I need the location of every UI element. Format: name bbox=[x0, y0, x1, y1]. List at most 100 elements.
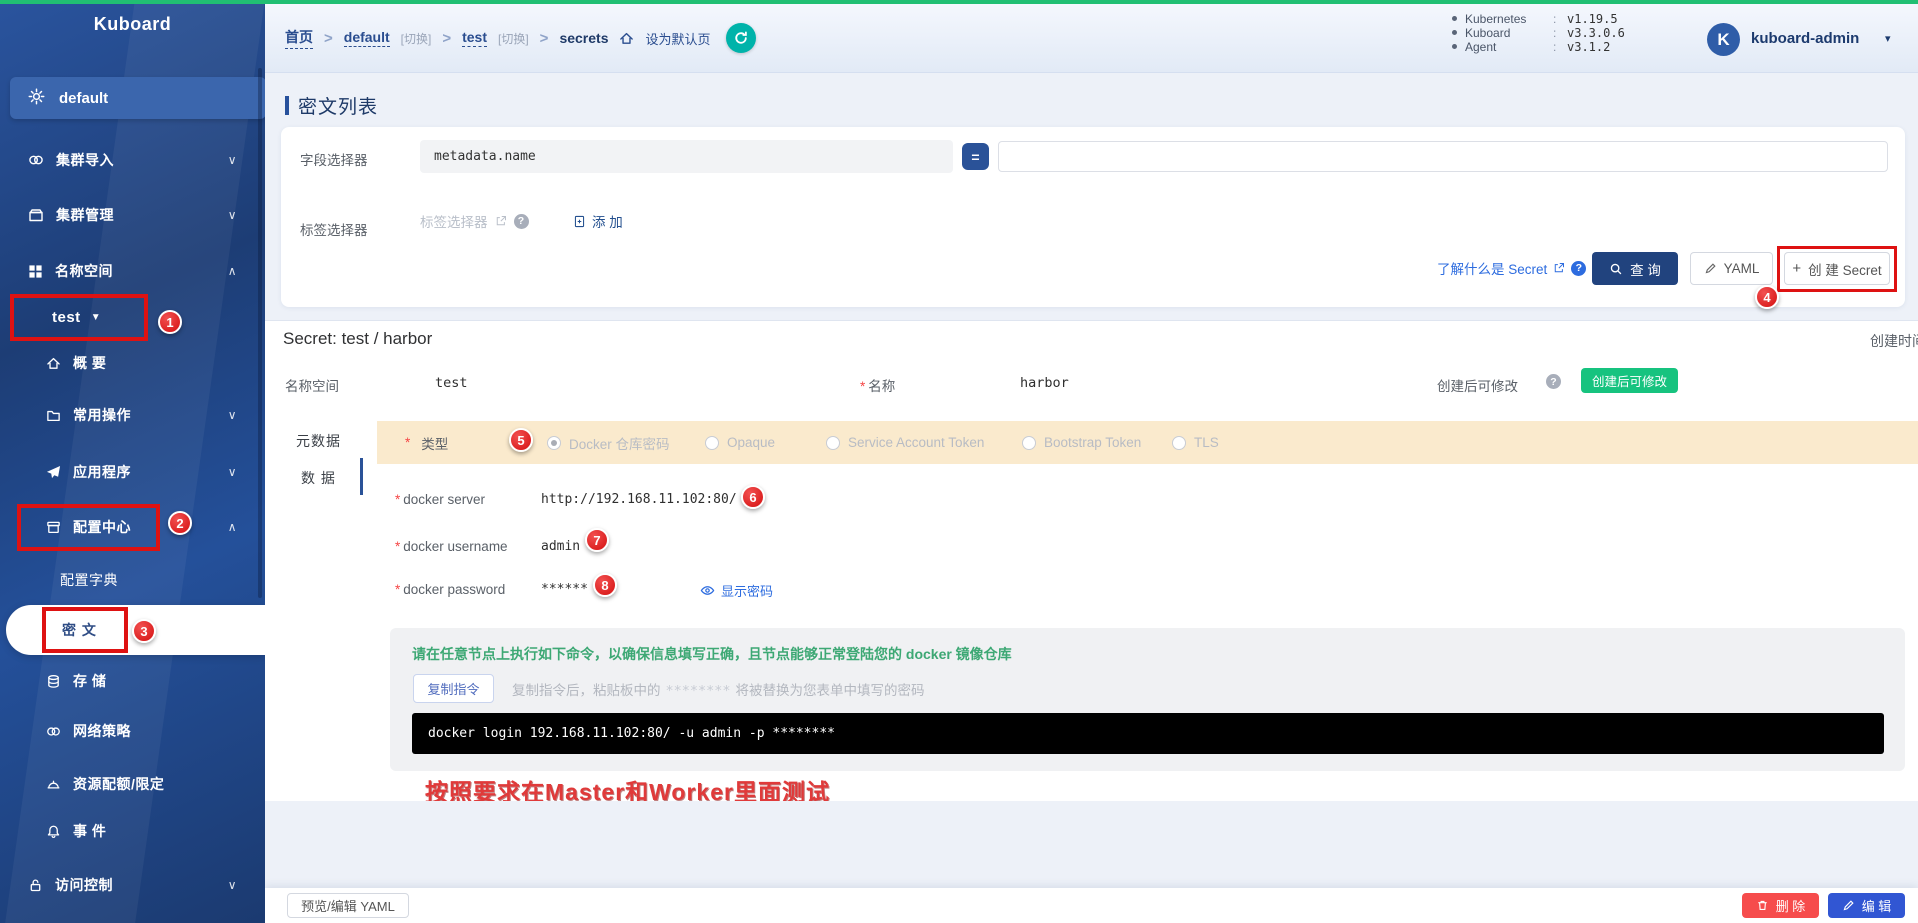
chevron-up-icon: ∧ bbox=[228, 520, 237, 534]
sidebar-item-common-ops[interactable]: 常用操作 ∨ bbox=[0, 393, 265, 437]
sidebar-item-label: 常用操作 bbox=[73, 405, 131, 425]
equals-operator-button[interactable]: = bbox=[962, 143, 989, 170]
preview-yaml-button[interactable]: 预览/编辑 YAML bbox=[287, 893, 409, 918]
copy-command-button[interactable]: 复制指令 bbox=[413, 674, 494, 703]
tab-data[interactable]: 数 据 bbox=[301, 468, 336, 488]
mutable-badge: 创建后可修改 bbox=[1581, 368, 1678, 393]
sidebar-item-cluster-default[interactable]: default bbox=[10, 77, 265, 119]
database-icon bbox=[46, 674, 61, 689]
field-selector-value-input[interactable] bbox=[998, 141, 1888, 172]
sidebar-item-events[interactable]: 事 件 bbox=[0, 809, 265, 853]
radio-label: TLS bbox=[1194, 435, 1219, 450]
colon: : bbox=[1553, 26, 1567, 40]
sidebar-item-storage[interactable]: 存 储 bbox=[0, 659, 265, 703]
sidebar-item-overview[interactable]: 概 要 bbox=[0, 341, 265, 385]
tab-metadata[interactable]: 元数据 bbox=[296, 431, 341, 451]
sidebar-scrollbar[interactable] bbox=[258, 68, 262, 598]
breadcrumb: 首页 > default [切换] > test [切换] > secrets … bbox=[285, 4, 756, 72]
home-icon bbox=[619, 31, 634, 46]
user-menu[interactable]: kuboard-admin bbox=[1751, 30, 1859, 47]
breadcrumb-cluster[interactable]: default bbox=[344, 29, 390, 47]
sidebar-item-cluster-import[interactable]: 集群导入 ∨ bbox=[0, 138, 265, 182]
annotation-number-6: 6 bbox=[741, 485, 765, 509]
sidebar-item-label: 存 储 bbox=[73, 671, 106, 691]
annotation-box-namespace-test bbox=[10, 294, 148, 341]
help-icon[interactable]: ? bbox=[514, 214, 529, 229]
lock-icon bbox=[28, 878, 43, 893]
version-value: v3.1.2 bbox=[1567, 40, 1610, 54]
annotation-number-8: 8 bbox=[593, 573, 617, 597]
breadcrumb-separator-icon: > bbox=[324, 30, 333, 47]
sidebar-item-cluster-manage[interactable]: 集群管理 ∨ bbox=[0, 193, 265, 237]
delete-button[interactable]: 删 除 bbox=[1742, 893, 1819, 918]
radio-bootstrap-token[interactable]: Bootstrap Token bbox=[1022, 421, 1141, 464]
version-name: Kuboard bbox=[1465, 26, 1553, 40]
folder-icon bbox=[46, 408, 61, 423]
annotation-number-4: 4 bbox=[1755, 285, 1779, 309]
home-icon bbox=[46, 356, 61, 371]
radio-label: Opaque bbox=[727, 435, 775, 450]
sidebar-item-quota[interactable]: 资源配额/限定 bbox=[0, 762, 265, 806]
radio-tls[interactable]: TLS bbox=[1172, 421, 1219, 464]
breadcrumb-namespace[interactable]: test bbox=[462, 29, 487, 47]
box-icon bbox=[28, 207, 44, 223]
label-selector-label: 标签选择器 bbox=[300, 219, 368, 239]
chevron-down-icon: ∨ bbox=[228, 878, 237, 892]
user-avatar[interactable]: K bbox=[1707, 23, 1740, 56]
required-asterisk: * bbox=[395, 539, 400, 554]
terminal-command-box[interactable]: docker login 192.168.11.102:80/ -u admin… bbox=[412, 713, 1884, 754]
breadcrumb-home[interactable]: 首页 bbox=[285, 27, 313, 49]
paper-plane-icon bbox=[46, 465, 61, 480]
breadcrumb-separator-icon: > bbox=[442, 30, 451, 47]
linked-rings-icon bbox=[28, 152, 44, 168]
secret-detail-title: Secret: test / harbor bbox=[283, 329, 432, 349]
add-label-selector-button[interactable]: 添 加 bbox=[573, 211, 623, 231]
trash-icon bbox=[1756, 899, 1769, 912]
set-default-page-link[interactable]: 设为默认页 bbox=[645, 29, 710, 48]
secret-type-row: *类型 Docker 仓库密码 Opaque Service Account T… bbox=[377, 421, 1918, 464]
namespace-value: test bbox=[435, 375, 468, 391]
kuboard-app: Kuboard default 集群导入 ∨ 集群管理 ∨ 名称空 bbox=[0, 0, 1918, 923]
help-icon[interactable]: ? bbox=[1571, 261, 1586, 276]
version-name: Agent bbox=[1465, 40, 1553, 54]
breadcrumb-switch-namespace[interactable]: [切换] bbox=[498, 30, 529, 47]
required-asterisk: * bbox=[395, 582, 400, 597]
docker-password-value[interactable]: ****** bbox=[541, 582, 588, 597]
sidebar-item-apps[interactable]: 应用程序 ∨ bbox=[0, 450, 265, 494]
radio-service-account-token[interactable]: Service Account Token bbox=[826, 421, 984, 464]
yaml-button-label: YAML bbox=[1724, 261, 1760, 276]
field-selector-input[interactable] bbox=[420, 140, 953, 173]
help-icon[interactable]: ? bbox=[1546, 374, 1561, 389]
refresh-button[interactable] bbox=[726, 23, 756, 53]
docker-username-value[interactable]: admin bbox=[541, 539, 580, 554]
learn-secret-link[interactable]: 了解什么是 Secret ? bbox=[1437, 258, 1586, 278]
show-password-link[interactable]: 显示密码 bbox=[700, 581, 773, 600]
chevron-down-icon: ∨ bbox=[228, 153, 237, 167]
caret-down-icon: ▾ bbox=[1885, 32, 1891, 45]
breadcrumb-switch-cluster[interactable]: [切换] bbox=[401, 30, 432, 47]
sidebar-item-access-control[interactable]: 访问控制 ∨ bbox=[0, 863, 265, 907]
sidebar-item-network-policy[interactable]: 网络策略 bbox=[0, 709, 265, 753]
mutable-label: 创建后可修改 bbox=[1437, 375, 1518, 395]
version-row: Kuboard : v3.3.0.6 bbox=[1452, 26, 1625, 39]
annotation-number-1: 1 bbox=[158, 310, 182, 334]
query-button[interactable]: 查 询 bbox=[1592, 252, 1678, 285]
yaml-button[interactable]: YAML bbox=[1690, 252, 1773, 285]
label-selector-placeholder-group[interactable]: 标签选择器 ? bbox=[420, 211, 529, 231]
docker-server-value[interactable]: http://192.168.11.102:80/ bbox=[541, 492, 737, 507]
radio-docker-registry[interactable]: Docker 仓库密码 bbox=[547, 421, 670, 464]
edit-button[interactable]: 编 辑 bbox=[1828, 893, 1905, 918]
secret-list-filter-card: 字段选择器 = 标签选择器 标签选择器 ? 添 加 了解什么是 Secret ?… bbox=[281, 127, 1905, 307]
sidebar-item-config-dict[interactable]: 配置字典 bbox=[0, 558, 265, 602]
active-tab-indicator bbox=[360, 458, 363, 495]
radio-opaque[interactable]: Opaque bbox=[705, 421, 775, 464]
annotation-number-3: 3 bbox=[132, 619, 156, 643]
sidebar-item-namespaces[interactable]: 名称空间 ∧ bbox=[0, 249, 265, 293]
docker-server-label: *docker server bbox=[395, 492, 485, 507]
annotation-box-secrets bbox=[42, 607, 128, 653]
page-title-text: 密文列表 bbox=[298, 92, 378, 119]
pencil-icon bbox=[1842, 899, 1855, 912]
password-stars: ******** bbox=[666, 683, 731, 699]
version-value: v3.3.0.6 bbox=[1567, 26, 1625, 40]
annotation-number-5: 5 bbox=[509, 428, 533, 452]
